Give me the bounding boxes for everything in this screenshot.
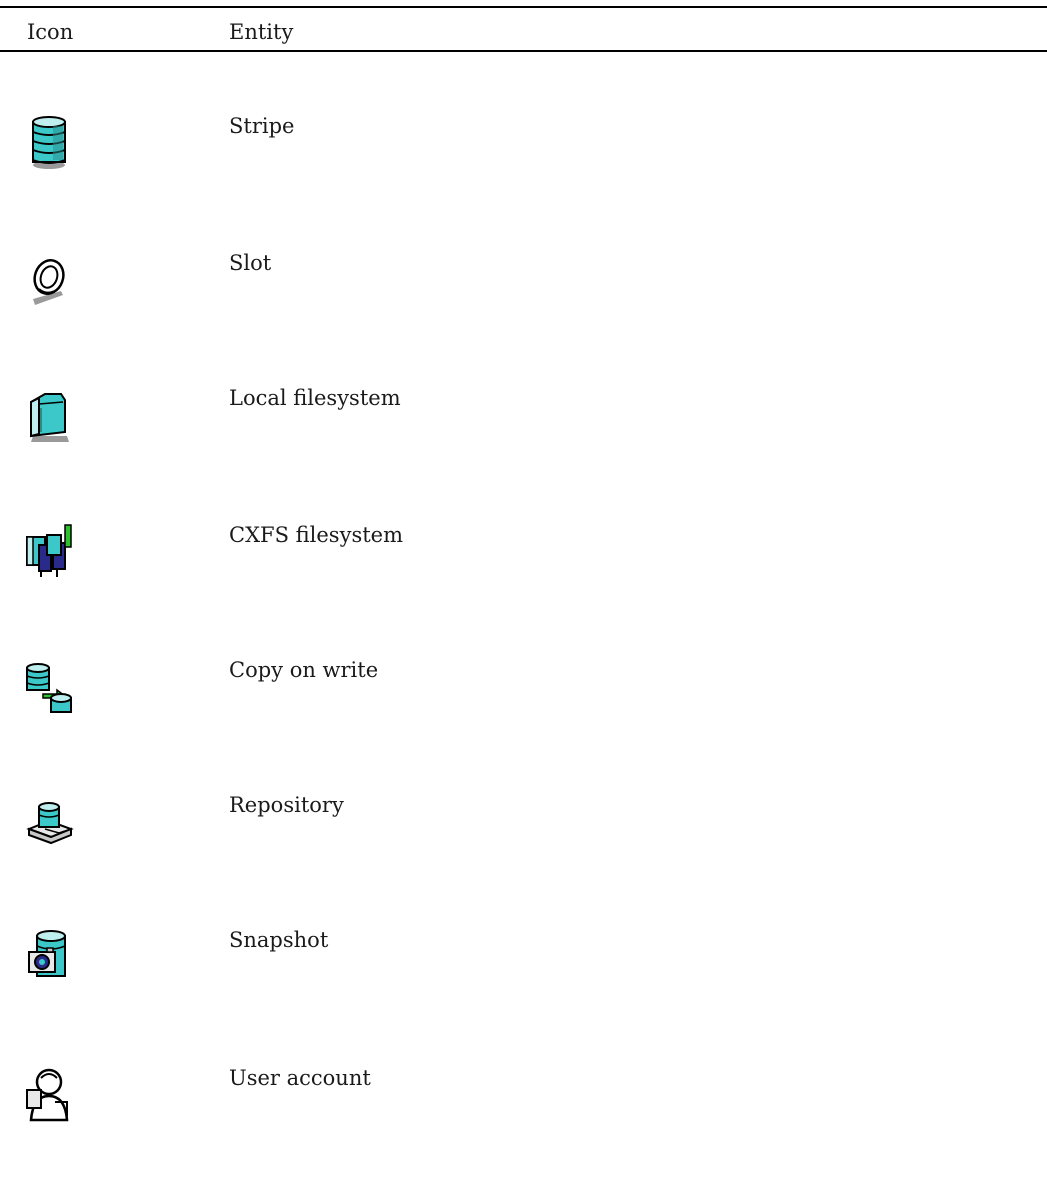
table-top-rule bbox=[0, 6, 1047, 8]
table-row: Slot bbox=[0, 251, 1047, 386]
repository-icon bbox=[25, 793, 75, 849]
table-row: User account bbox=[0, 1066, 1047, 1201]
column-header-icon: Icon bbox=[27, 20, 74, 44]
table-row: CXFS filesystem bbox=[0, 523, 1047, 658]
table-row: Repository bbox=[0, 793, 1047, 928]
column-header-entity: Entity bbox=[229, 20, 294, 44]
entity-label: User account bbox=[229, 1066, 371, 1090]
entity-label: Repository bbox=[229, 793, 344, 817]
local-filesystem-icon bbox=[25, 386, 75, 442]
table-row: Snapshot bbox=[0, 928, 1047, 1063]
entity-label: Snapshot bbox=[229, 928, 329, 952]
table-row: Stripe bbox=[0, 114, 1047, 249]
stripe-icon bbox=[25, 114, 75, 170]
table-row: Copy on write bbox=[0, 658, 1047, 793]
user-account-icon bbox=[25, 1066, 75, 1122]
entity-label: Stripe bbox=[229, 114, 295, 138]
entity-label: CXFS filesystem bbox=[229, 523, 403, 547]
copy-on-write-icon bbox=[25, 658, 75, 714]
entity-label: Slot bbox=[229, 251, 272, 275]
table-row: Local filesystem bbox=[0, 386, 1047, 521]
entity-label: Copy on write bbox=[229, 658, 379, 682]
snapshot-icon bbox=[25, 928, 75, 984]
header-bottom-rule bbox=[0, 50, 1047, 52]
entity-label: Local filesystem bbox=[229, 386, 401, 410]
cxfs-filesystem-icon bbox=[25, 523, 75, 579]
slot-icon bbox=[25, 251, 75, 307]
